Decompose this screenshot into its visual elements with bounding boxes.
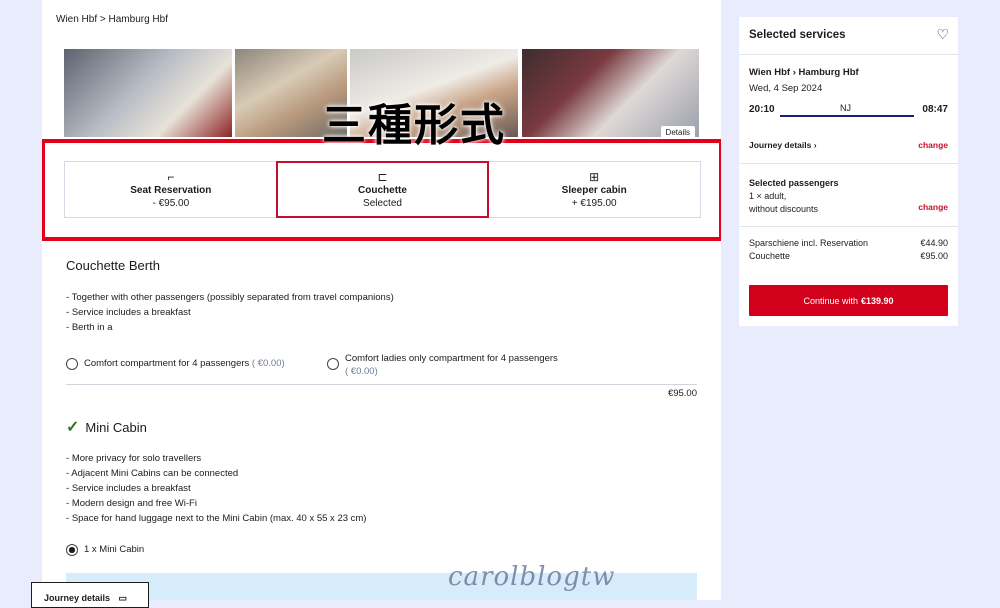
departure-time: 20:10 [749, 104, 775, 115]
passengers-discount: without discounts [749, 204, 819, 214]
heart-icon[interactable]: ♡ [936, 26, 949, 43]
check-icon: ✓ [66, 419, 80, 436]
change-passengers-link[interactable]: change [918, 202, 948, 212]
radio-mini-cabin[interactable]: 1 x Mini Cabin [66, 544, 144, 556]
continue-button[interactable]: Continue with €139.90 [749, 285, 948, 316]
list-item: More privacy for solo travellers [66, 451, 366, 466]
arrival-time: 08:47 [922, 104, 948, 115]
journey-line [780, 115, 914, 117]
sidebar-title: Selected services [749, 29, 846, 41]
train-type: NJ [840, 103, 851, 113]
option-price: + €195.00 [571, 197, 617, 209]
change-journey-link[interactable]: change [918, 140, 948, 150]
option-status: Selected [363, 197, 402, 209]
journey-details-button[interactable]: Journey details ▭ [31, 582, 149, 608]
list-item: Modern design and free Wi-Fi [66, 496, 366, 511]
train-icon: ▭ [118, 593, 128, 603]
couchette-berth-title: Couchette Berth [66, 258, 160, 273]
overlay-caption: 三種形式 [322, 100, 506, 151]
couchette-total-price: €95.00 [667, 388, 697, 399]
radio-button-checked[interactable] [66, 544, 78, 556]
passengers-title: Selected passengers [749, 178, 839, 188]
photo-passenger-berth[interactable]: Details [522, 49, 699, 137]
divider [739, 54, 958, 55]
mini-cabin-heading: ✓ Mini Cabin [66, 417, 147, 437]
list-item: Adjacent Mini Cabins can be connected [66, 466, 366, 481]
list-item: Service includes a breakfast [66, 305, 394, 320]
photo-details-button[interactable]: Details [660, 126, 695, 137]
list-item: Together with other passengers (possibly… [66, 290, 394, 305]
mini-cabin-features: More privacy for solo travellers Adjacen… [66, 451, 366, 526]
list-item: Service includes a breakfast [66, 481, 366, 496]
divider [66, 384, 697, 385]
divider [739, 163, 958, 164]
price-item-value: €95.00 [920, 251, 948, 261]
breadcrumb: Wien Hbf > Hamburg Hbf [56, 14, 168, 25]
passengers-count: 1 × adult, [749, 191, 787, 201]
main-panel: Wien Hbf > Hamburg Hbf Details 三種形式 ⌐ Se… [42, 0, 721, 600]
list-item: Berth in a [66, 320, 394, 335]
photo-couchette-interior[interactable] [64, 49, 232, 137]
couchette-features: Together with other passengers (possibly… [66, 290, 394, 335]
radio-ladies-compartment[interactable]: Comfort ladies only compartment for 4 pa… [327, 352, 558, 378]
list-item: Space for hand luggage next to the Mini … [66, 511, 367, 526]
sleeper-icon: ⊞ [589, 169, 600, 184]
price-item-value: €44.90 [920, 238, 948, 248]
seat-icon: ⌐ [167, 169, 175, 184]
selected-services-panel: Selected services ♡ Wien Hbf › Hamburg H… [739, 17, 958, 326]
journey-details-link[interactable]: Journey details › [749, 140, 817, 150]
option-title: Couchette [358, 184, 407, 196]
option-seat-reservation[interactable]: ⌐ Seat Reservation - €95.00 [65, 162, 277, 217]
option-couchette[interactable]: ⊏ Couchette Selected [275, 161, 490, 218]
radio-comfort-compartment[interactable]: Comfort compartment for 4 passengers ( €… [66, 358, 285, 370]
radio-price: ( €0.00) [345, 366, 378, 377]
radio-button[interactable] [66, 358, 78, 370]
route: Wien Hbf › Hamburg Hbf [749, 67, 859, 78]
option-price: - €95.00 [152, 197, 190, 209]
radio-button[interactable] [327, 358, 339, 370]
radio-price: ( €0.00) [251, 358, 285, 369]
accommodation-options: ⌐ Seat Reservation - €95.00 ⊏ Couchette … [64, 161, 701, 218]
option-title: Seat Reservation [130, 184, 212, 196]
divider [739, 226, 958, 227]
option-title: Sleeper cabin [561, 184, 627, 196]
radio-label: Comfort ladies only compartment for 4 pa… [345, 353, 558, 364]
watermark: carolblogtw [448, 562, 616, 592]
mini-cabin-title: Mini Cabin [85, 419, 147, 435]
option-sleeper-cabin[interactable]: ⊞ Sleeper cabin + €195.00 [488, 162, 700, 217]
travel-date: Wed, 4 Sep 2024 [749, 83, 823, 94]
price-item-label: Couchette [749, 251, 791, 261]
price-item-label: Sparschiene incl. Reservation [749, 238, 869, 248]
passengers-summary: Selected passengers 1 × adult, without d… [749, 177, 839, 216]
radio-label: Comfort compartment for 4 passengers [84, 358, 250, 369]
radio-label: 1 x Mini Cabin [84, 544, 145, 555]
couchette-icon: ⊏ [377, 169, 388, 184]
